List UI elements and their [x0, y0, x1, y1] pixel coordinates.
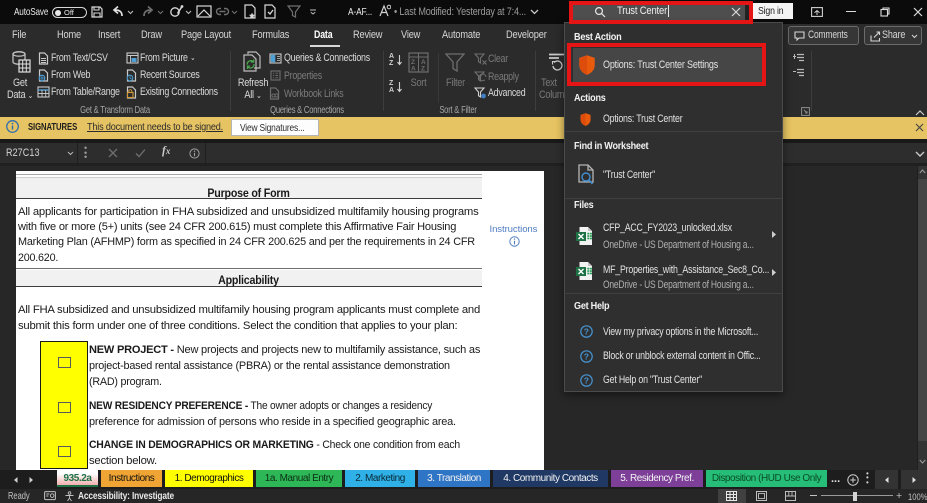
svg-text:?: ? [584, 351, 589, 361]
svg-text:?: ? [584, 375, 589, 385]
svg-text:?: ? [584, 326, 589, 336]
svg-text:A: A [411, 66, 416, 73]
svg-text:Z: Z [421, 66, 425, 73]
